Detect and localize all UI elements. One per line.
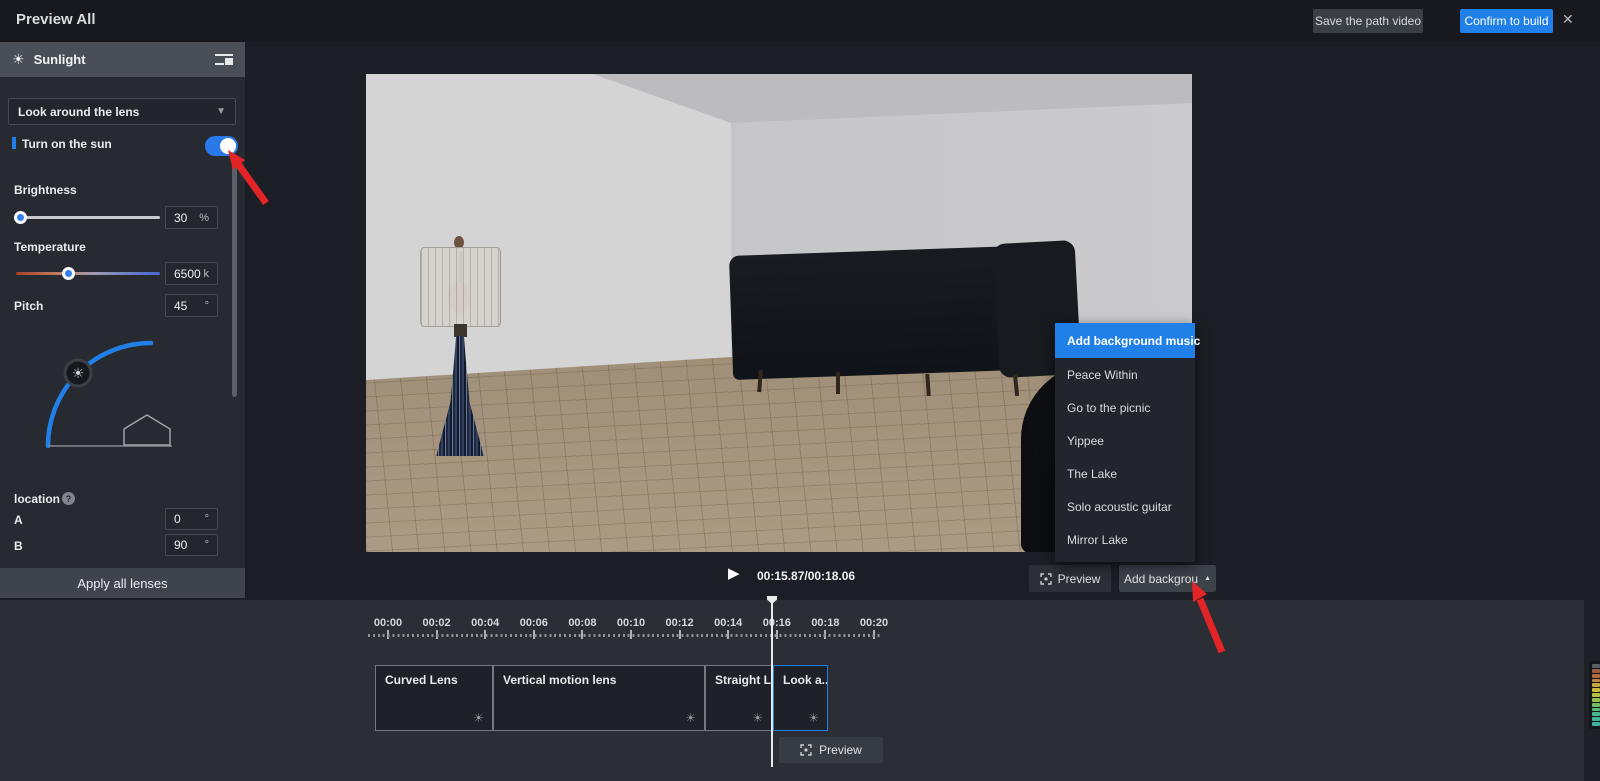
timeline-panel: 00:0000:0200:0400:0600:0800:1000:1200:14… [0, 600, 1600, 781]
menu-item[interactable]: The Lake [1055, 457, 1195, 490]
preview-all-window: Preview All Save the path video Confirm … [0, 0, 1600, 781]
close-icon[interactable]: ✕ [1562, 11, 1574, 28]
label-accent-bar [12, 137, 16, 149]
sun-icon: ☀ [752, 711, 763, 725]
meter-segment [1592, 703, 1600, 707]
lamp-neck [454, 324, 467, 337]
sun-icon: ☀ [12, 51, 25, 68]
meter-segment [1592, 722, 1600, 726]
sunlight-panel: ☀ Sunlight Look around the lens ▼ Turn o… [0, 42, 245, 598]
sun-toggle[interactable] [205, 136, 238, 156]
panel-title: Sunlight [34, 52, 215, 67]
ruler-label: 00:14 [704, 617, 753, 629]
meter-segment [1592, 712, 1600, 716]
menu-item[interactable]: Go to the picnic [1055, 391, 1195, 424]
ruler-label: 00:18 [801, 617, 850, 629]
timeline-clip[interactable]: Straight L... ☀ [705, 665, 772, 731]
menu-item[interactable]: Add background music [1055, 323, 1195, 358]
timeline-clip[interactable]: Vertical motion lens ☀ [493, 665, 705, 731]
sun-toggle-label: Turn on the sun [22, 137, 112, 151]
ruler-label: 00:12 [655, 617, 704, 629]
meter-segment [1592, 669, 1600, 673]
sun-icon: ☀ [685, 711, 696, 725]
clip-label: Straight L... [715, 673, 772, 687]
temperature-input[interactable]: 6500k [165, 262, 218, 285]
ruler-label: 00:20 [850, 617, 899, 629]
meter-segment [1592, 698, 1600, 702]
location-a-input[interactable]: 0° [165, 508, 218, 530]
meter-segment [1592, 664, 1600, 668]
brightness-input[interactable]: 30% [165, 206, 218, 229]
ruler-label: 00:10 [607, 617, 656, 629]
ruler-label: 00:02 [412, 617, 461, 629]
top-bar: Preview All Save the path video Confirm … [0, 0, 1600, 42]
pitch-label: Pitch [14, 299, 43, 313]
house-icon [124, 415, 170, 445]
sofa-leg [836, 372, 840, 394]
ruler-label: 00:06 [509, 617, 558, 629]
ruler-label: 00:08 [558, 617, 607, 629]
brightness-label: Brightness [14, 183, 77, 197]
ruler-label: 00:00 [364, 617, 413, 629]
clip-label: Curved Lens [385, 673, 458, 687]
ruler-label: 00:04 [461, 617, 510, 629]
meter-segment [1592, 688, 1600, 692]
clip-label: Look a... [783, 673, 828, 687]
meter-segment [1592, 693, 1600, 697]
meter-segment [1592, 708, 1600, 712]
sun-arc [48, 343, 151, 446]
background-music-menu: Add background musicPeace WithinGo to th… [1055, 323, 1195, 562]
meter-segment [1592, 674, 1600, 678]
timeline-clip[interactable]: Look a... ☀ [773, 665, 828, 731]
temperature-slider[interactable] [16, 267, 160, 280]
playback-time: 00:15.87/00:18.06 [757, 569, 855, 583]
confirm-to-build-button[interactable]: Confirm to build [1460, 9, 1553, 33]
audio-level-meter [1589, 661, 1600, 729]
ruler-minor-ticks [368, 634, 880, 637]
timeline-clip[interactable]: Curved Lens ☀ [375, 665, 493, 731]
playhead[interactable] [771, 597, 773, 767]
add-background-music-button[interactable]: Add backgrou ▲ [1119, 565, 1216, 592]
menu-item[interactable]: Mirror Lake [1055, 523, 1195, 556]
meter-segment [1592, 679, 1600, 683]
ruler-label: 00:16 [752, 617, 801, 629]
collapse-panel-icon[interactable] [215, 54, 233, 66]
fullscreen-preview-icon [1040, 573, 1052, 585]
location-b-input[interactable]: 90° [165, 534, 218, 556]
meter-segment [1592, 683, 1600, 687]
sun-handle-icon: ☀ [72, 365, 85, 381]
apply-all-lenses-button[interactable]: Apply all lenses [0, 568, 245, 598]
help-icon[interactable]: ? [62, 492, 75, 505]
brightness-slider-knob[interactable] [14, 211, 27, 224]
location-label: location [14, 492, 60, 506]
fullscreen-preview-icon [800, 744, 812, 756]
sun-pitch-widget[interactable]: ☀ [10, 333, 190, 463]
chevron-up-icon: ▲ [1204, 575, 1211, 582]
lamp-shade [420, 247, 501, 327]
timeline-preview-button[interactable]: Preview [779, 737, 883, 763]
temperature-slider-knob[interactable] [62, 267, 75, 280]
sun-icon: ☀ [808, 711, 819, 725]
lens-select[interactable]: Look around the lens ▼ [8, 98, 236, 125]
page-title: Preview All [16, 11, 95, 28]
save-path-video-button[interactable]: Save the path video [1313, 9, 1423, 33]
location-b-label: B [14, 539, 23, 553]
menu-item[interactable]: Yippee [1055, 424, 1195, 457]
location-a-label: A [14, 513, 23, 527]
brightness-slider[interactable] [14, 211, 160, 224]
lens-select-value: Look around the lens [18, 105, 216, 119]
sun-icon: ☀ [473, 711, 484, 725]
sunlight-panel-header: ☀ Sunlight [0, 42, 245, 77]
temperature-label: Temperature [14, 240, 86, 254]
play-button[interactable]: ▶ [728, 564, 740, 582]
toggle-knob [220, 138, 236, 154]
menu-item[interactable]: Solo acoustic guitar [1055, 490, 1195, 523]
preview-button[interactable]: Preview [1029, 565, 1111, 592]
chevron-down-icon: ▼ [216, 106, 226, 117]
meter-segment [1592, 717, 1600, 721]
sidebar-scrollbar[interactable] [232, 157, 237, 397]
menu-item[interactable]: Peace Within [1055, 358, 1195, 391]
clip-label: Vertical motion lens [503, 673, 616, 687]
pitch-input[interactable]: 45° [165, 294, 218, 317]
